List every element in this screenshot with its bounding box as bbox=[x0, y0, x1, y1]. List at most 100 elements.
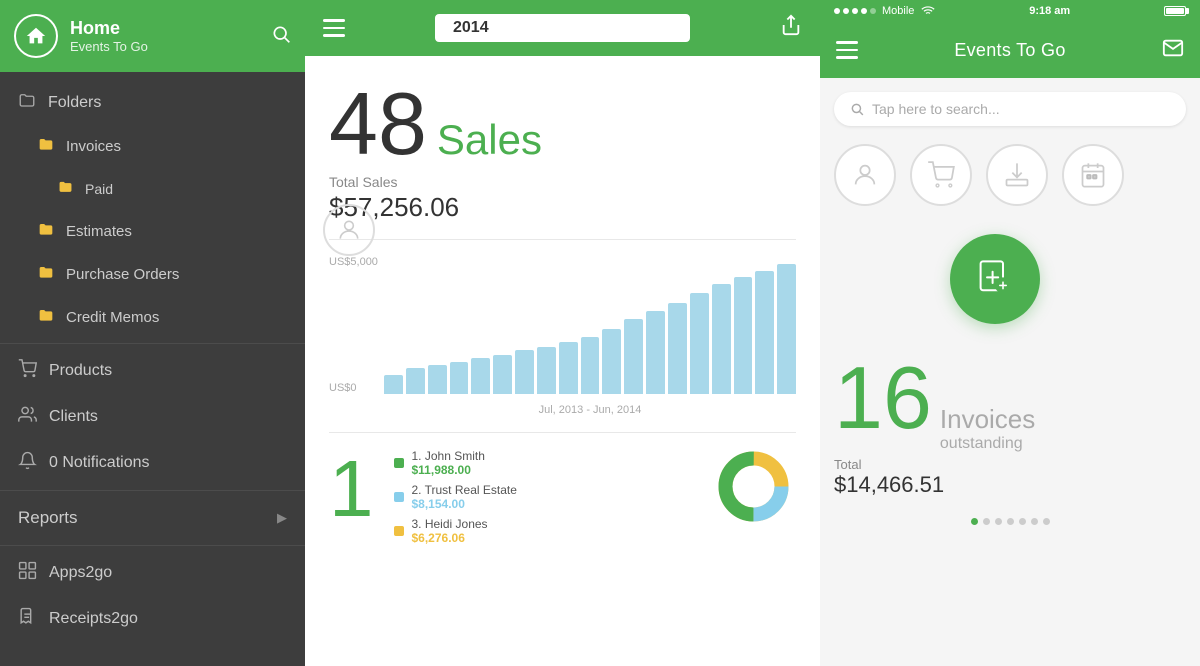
sidebar-label-estimates: Estimates bbox=[66, 223, 132, 240]
user-avatar-middle bbox=[323, 204, 375, 256]
bar bbox=[515, 350, 534, 394]
outstanding-label: outstanding bbox=[940, 435, 1035, 453]
sidebar-item-receipts2go[interactable]: Receipts2go bbox=[0, 596, 305, 642]
bar bbox=[777, 264, 796, 394]
people-icon bbox=[18, 405, 37, 429]
sidebar-label-paid: Paid bbox=[85, 181, 113, 197]
share-icon[interactable] bbox=[780, 14, 802, 42]
battery-area bbox=[1164, 6, 1186, 16]
page-dot-6[interactable] bbox=[1043, 518, 1050, 525]
quick-icon-download[interactable] bbox=[986, 144, 1048, 206]
mobile-status-bar: Mobile 9:18 am bbox=[820, 0, 1200, 22]
nav-divider-1 bbox=[0, 343, 305, 344]
bar bbox=[734, 277, 753, 394]
middle-topbar bbox=[305, 0, 820, 56]
folder-po-icon bbox=[38, 264, 54, 285]
chart-x-label: Jul, 2013 - Jun, 2014 bbox=[384, 404, 796, 416]
sidebar-item-apps2go[interactable]: Apps2go bbox=[0, 550, 305, 596]
sidebar-item-notifications[interactable]: 0 Notifications bbox=[0, 440, 305, 486]
total-sales-label: Total Sales bbox=[329, 174, 796, 190]
bar bbox=[384, 375, 403, 395]
chart-y-top-label: US$5,000 bbox=[329, 256, 378, 268]
receipt-icon bbox=[18, 607, 37, 631]
right-hamburger-button[interactable] bbox=[836, 41, 858, 59]
right-content: Tap here to search... bbox=[820, 78, 1200, 666]
quick-icon-calendar[interactable] bbox=[1062, 144, 1124, 206]
chart-divider-2 bbox=[329, 432, 796, 433]
sidebar-label-purchase-orders: Purchase Orders bbox=[66, 266, 179, 283]
legend-dot bbox=[394, 492, 404, 502]
bar bbox=[406, 368, 425, 394]
legend-list: 1. John Smith $11,988.00 2. Trust Real E… bbox=[394, 449, 697, 551]
invoices-label: Invoices bbox=[940, 404, 1035, 435]
sidebar-title: Home bbox=[70, 18, 259, 40]
bar-chart: US$5,000 US$0 Jul, 2013 - Jun, 2014 bbox=[329, 256, 796, 416]
sidebar-item-invoices[interactable]: Invoices bbox=[0, 125, 305, 168]
page-dot-3[interactable] bbox=[1007, 518, 1014, 525]
sidebar-subtitle: Events To Go bbox=[70, 39, 259, 54]
hamburger-menu-button[interactable] bbox=[323, 19, 345, 37]
invoices-outstanding-section: 16 Invoices outstanding Total $14,466.51 bbox=[834, 346, 1186, 498]
nav-divider-3 bbox=[0, 545, 305, 546]
sidebar-label-credit-memos: Credit Memos bbox=[66, 309, 159, 326]
add-invoice-button[interactable] bbox=[950, 234, 1040, 324]
sidebar-item-products[interactable]: Products bbox=[0, 348, 305, 394]
right-total-amount: $14,466.51 bbox=[834, 472, 1186, 498]
sidebar-label-reports: Reports bbox=[18, 508, 78, 528]
quick-icon-cart[interactable] bbox=[910, 144, 972, 206]
quick-icon-person[interactable] bbox=[834, 144, 896, 206]
sales-count: 48 bbox=[329, 80, 427, 168]
legend-item: 1. John Smith $11,988.00 bbox=[394, 449, 697, 477]
sidebar-label-clients: Clients bbox=[49, 408, 98, 426]
folder-credit-icon bbox=[38, 307, 54, 328]
search-icon[interactable] bbox=[271, 24, 291, 49]
legend-item: 2. Trust Real Estate $8,154.00 bbox=[394, 483, 697, 511]
search-bar[interactable]: Tap here to search... bbox=[834, 92, 1186, 126]
year-selector-input[interactable] bbox=[433, 12, 692, 44]
total-sales-amount: $57,256.06 bbox=[329, 192, 796, 223]
sidebar-item-paid[interactable]: Paid bbox=[0, 168, 305, 210]
right-panel: Mobile 9:18 am Events To Go bbox=[820, 0, 1200, 666]
sidebar-item-credit-memos[interactable]: Credit Memos bbox=[0, 296, 305, 339]
sidebar-header: Home Events To Go bbox=[0, 0, 305, 72]
page-dot-2[interactable] bbox=[995, 518, 1002, 525]
sidebar-label-receipts2go: Receipts2go bbox=[49, 610, 138, 628]
sidebar-nav: Folders Invoices Paid bbox=[0, 72, 305, 666]
sidebar-item-reports[interactable]: Reports ▶ bbox=[0, 495, 305, 541]
page-dot-1[interactable] bbox=[983, 518, 990, 525]
legend-dot bbox=[394, 526, 404, 536]
bar bbox=[624, 319, 643, 394]
bar bbox=[712, 284, 731, 395]
legend-item: 3. Heidi Jones $6,276.06 bbox=[394, 517, 697, 545]
time-label: 9:18 am bbox=[1029, 5, 1070, 17]
home-icon-circle[interactable] bbox=[14, 14, 58, 58]
bar bbox=[559, 342, 578, 394]
folder-paid-icon bbox=[58, 179, 73, 199]
sidebar-label-products: Products bbox=[49, 362, 112, 380]
bar bbox=[581, 337, 600, 394]
sidebar-label-folders: Folders bbox=[48, 94, 101, 112]
donut-chart bbox=[716, 449, 796, 529]
folder-icon bbox=[18, 91, 36, 114]
page-dot-0[interactable] bbox=[971, 518, 978, 525]
bell-icon bbox=[18, 451, 37, 475]
sidebar-item-purchase-orders[interactable]: Purchase Orders bbox=[0, 253, 305, 296]
sales-label: Sales bbox=[437, 116, 542, 164]
sidebar-item-folders[interactable]: Folders bbox=[0, 80, 305, 125]
sidebar-item-clients[interactable]: Clients bbox=[0, 394, 305, 440]
bar-chart-container bbox=[384, 264, 796, 394]
bar bbox=[668, 303, 687, 394]
sidebar-item-estimates[interactable]: Estimates bbox=[0, 210, 305, 253]
apps-icon bbox=[18, 561, 37, 585]
sidebar-header-text: Home Events To Go bbox=[70, 18, 259, 55]
bar bbox=[602, 329, 621, 394]
cart-icon bbox=[18, 359, 37, 383]
folder-estimates-icon bbox=[38, 221, 54, 242]
mail-icon[interactable] bbox=[1162, 37, 1184, 64]
page-dot-5[interactable] bbox=[1031, 518, 1038, 525]
nav-divider-2 bbox=[0, 490, 305, 491]
bar bbox=[690, 293, 709, 394]
right-panel-title: Events To Go bbox=[954, 40, 1065, 61]
search-placeholder: Tap here to search... bbox=[872, 101, 1000, 117]
page-dot-4[interactable] bbox=[1019, 518, 1026, 525]
